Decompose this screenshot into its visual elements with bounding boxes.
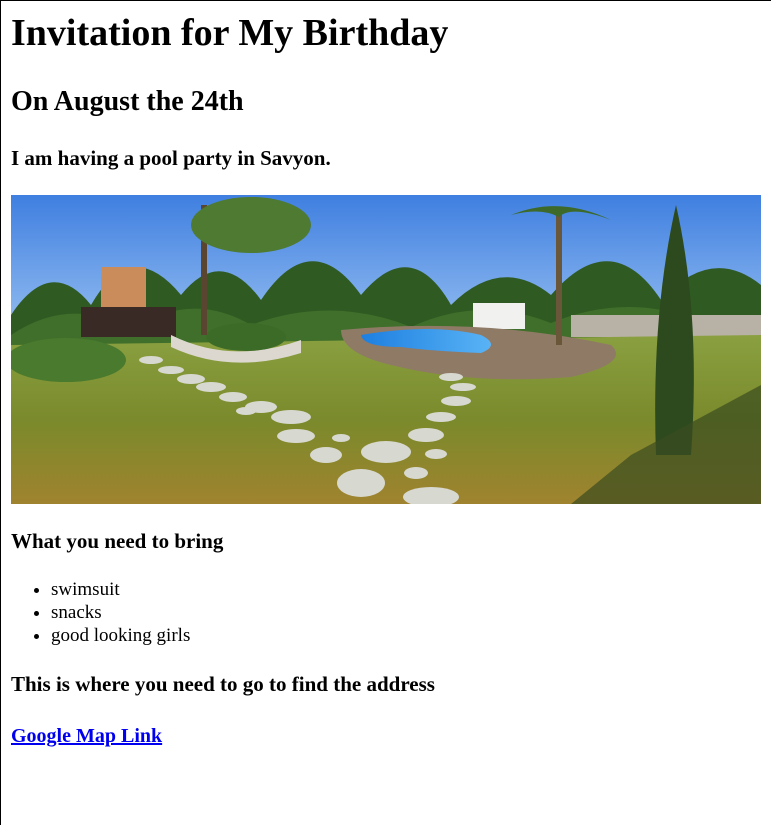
bring-heading: What you need to bring [11,529,224,553]
pool-garden-image [11,195,761,504]
google-map-link[interactable]: Google Map Link [11,725,162,748]
list-item: swimsuit [51,578,190,601]
party-heading: I am having a pool party in Savyon. [11,146,331,170]
list-item: snacks [51,601,190,624]
bring-list: swimsuit snacks good looking girls [11,578,190,647]
page-title: Invitation for My Birthday [11,12,449,54]
date-heading: On August the 24th [11,86,244,117]
location-heading: This is where you need to go to find the… [11,672,435,696]
page-frame: Invitation for My Birthday On August the… [0,0,771,825]
list-item: good looking girls [51,624,190,647]
